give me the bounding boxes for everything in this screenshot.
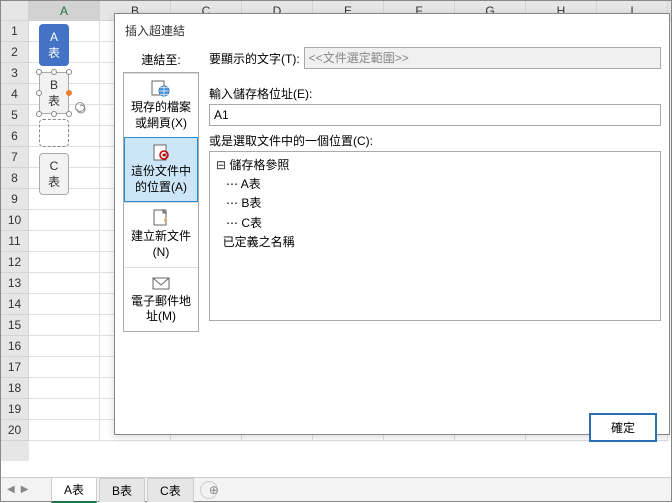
dialog-main-column: 要顯示的文字(T): 輸入儲存格位址(E): 或是選取文件中的一個位置(C): … — [199, 47, 661, 397]
tree-root-cellref[interactable]: ⊟ 儲存格參照 — [216, 156, 654, 175]
row-header[interactable]: 14 — [1, 294, 29, 315]
location-tree[interactable]: ⊟ 儲存格參照 ⋯ A表 ⋯ B表 ⋯ C表 已定義之名稱 — [209, 151, 661, 321]
tree-defined-names[interactable]: 已定義之名稱 — [216, 233, 654, 252]
display-text-input[interactable] — [304, 47, 661, 69]
linkto-newdoc-label: 建立新文件(N) — [131, 229, 191, 259]
cell-ref-input[interactable] — [209, 104, 661, 126]
shape-a-label: 表 — [48, 44, 60, 61]
col-header-a[interactable]: A — [29, 1, 100, 20]
resize-handle[interactable] — [51, 111, 57, 117]
shape-a[interactable]: A 表 — [39, 24, 69, 66]
email-icon — [151, 274, 171, 292]
row-header[interactable]: 15 — [1, 315, 29, 336]
resize-handle[interactable] — [36, 69, 42, 75]
shape-placeholder — [39, 119, 69, 147]
globe-file-icon — [151, 80, 171, 98]
tab-nav-prev-icon[interactable]: ◀ — [5, 482, 17, 497]
linkto-email-label: 電子郵件地址(M) — [131, 294, 191, 324]
shape-b-selected[interactable]: B 表 — [39, 72, 69, 114]
row-header[interactable]: 3 — [1, 63, 29, 84]
resize-handle[interactable] — [51, 69, 57, 75]
tree-item[interactable]: ⋯ A表 — [216, 175, 654, 194]
resize-handle[interactable] — [66, 111, 72, 117]
resize-handle[interactable] — [36, 111, 42, 117]
new-sheet-button[interactable]: ⊕ — [200, 481, 218, 499]
linkto-new-document[interactable]: 建立新文件(N) — [124, 202, 198, 266]
link-to-panel: 現存的檔案或網頁(X) 這份文件中的位置(A) 建立新文件(N) 電子郵件地址(… — [123, 72, 199, 332]
row-header[interactable]: 9 — [1, 189, 29, 210]
document-target-icon — [151, 144, 171, 162]
row-header[interactable]: 2 — [1, 42, 29, 63]
linkto-existing-file[interactable]: 現存的檔案或網頁(X) — [124, 73, 198, 137]
sheet-tab-c[interactable]: C表 — [147, 478, 194, 502]
tree-label: 或是選取文件中的一個位置(C): — [209, 134, 373, 148]
row-header[interactable]: 4 — [1, 84, 29, 105]
row-header[interactable]: 8 — [1, 168, 29, 189]
insert-hyperlink-dialog: 插入超連結 連結至: 現存的檔案或網頁(X) 這份文件中的位置(A) 建立新文件… — [114, 13, 670, 435]
resize-handle[interactable] — [66, 69, 72, 75]
row-header[interactable]: 17 — [1, 357, 29, 378]
row-header[interactable]: 20 — [1, 420, 29, 441]
linkto-email[interactable]: 電子郵件地址(M) — [124, 267, 198, 331]
sheet-tab-b[interactable]: B表 — [99, 478, 145, 502]
row-header[interactable]: 19 — [1, 399, 29, 420]
row-header[interactable]: 11 — [1, 231, 29, 252]
new-document-icon — [151, 209, 171, 227]
shape-c[interactable]: C 表 — [39, 153, 69, 195]
sheet-tab-a[interactable]: A表 — [51, 477, 97, 503]
row-header[interactable]: 13 — [1, 273, 29, 294]
row-header[interactable]: 10 — [1, 210, 29, 231]
tree-item[interactable]: ⋯ B表 — [216, 194, 654, 213]
cell-ref-label: 輸入儲存格位址(E): — [209, 87, 312, 101]
row-header[interactable]: 18 — [1, 378, 29, 399]
row-header[interactable]: 6 — [1, 126, 29, 147]
shape-c-letter: C — [50, 159, 59, 173]
row-header[interactable]: 7 — [1, 147, 29, 168]
row-header[interactable]: 16 — [1, 336, 29, 357]
tree-item[interactable]: ⋯ C表 — [216, 214, 654, 233]
row-header[interactable]: 12 — [1, 252, 29, 273]
linkto-existing-label: 現存的檔案或網頁(X) — [131, 100, 191, 130]
display-text-label: 要顯示的文字(T): — [209, 50, 300, 67]
linkto-place-label: 這份文件中的位置(A) — [131, 164, 191, 194]
shape-a-letter: A — [50, 30, 58, 44]
tab-nav-next-icon[interactable]: ▶ — [19, 482, 31, 497]
ok-button[interactable]: 確定 — [589, 413, 657, 442]
shape-b-label: 表 — [48, 92, 60, 109]
row-headers: 1 2 3 4 5 6 7 8 9 10 11 12 13 14 15 16 1… — [1, 21, 29, 461]
row-header[interactable]: 1 — [1, 21, 29, 42]
dialog-title: 插入超連結 — [115, 14, 669, 47]
row-header[interactable]: 5 — [1, 105, 29, 126]
rotate-handle-icon[interactable] — [75, 102, 85, 112]
connector-handle[interactable] — [66, 90, 72, 96]
link-to-label: 連結至: — [123, 47, 199, 72]
tab-nav-arrows: ◀ ▶ — [5, 482, 30, 497]
sheet-tab-bar: ◀ ▶ A表 B表 C表 ⊕ — [1, 477, 671, 501]
linkto-place-in-document[interactable]: 這份文件中的位置(A) — [124, 137, 198, 202]
select-all-corner[interactable] — [1, 1, 29, 20]
shape-b-letter: B — [50, 78, 58, 92]
resize-handle[interactable] — [36, 90, 42, 96]
shape-c-label: 表 — [48, 173, 60, 190]
